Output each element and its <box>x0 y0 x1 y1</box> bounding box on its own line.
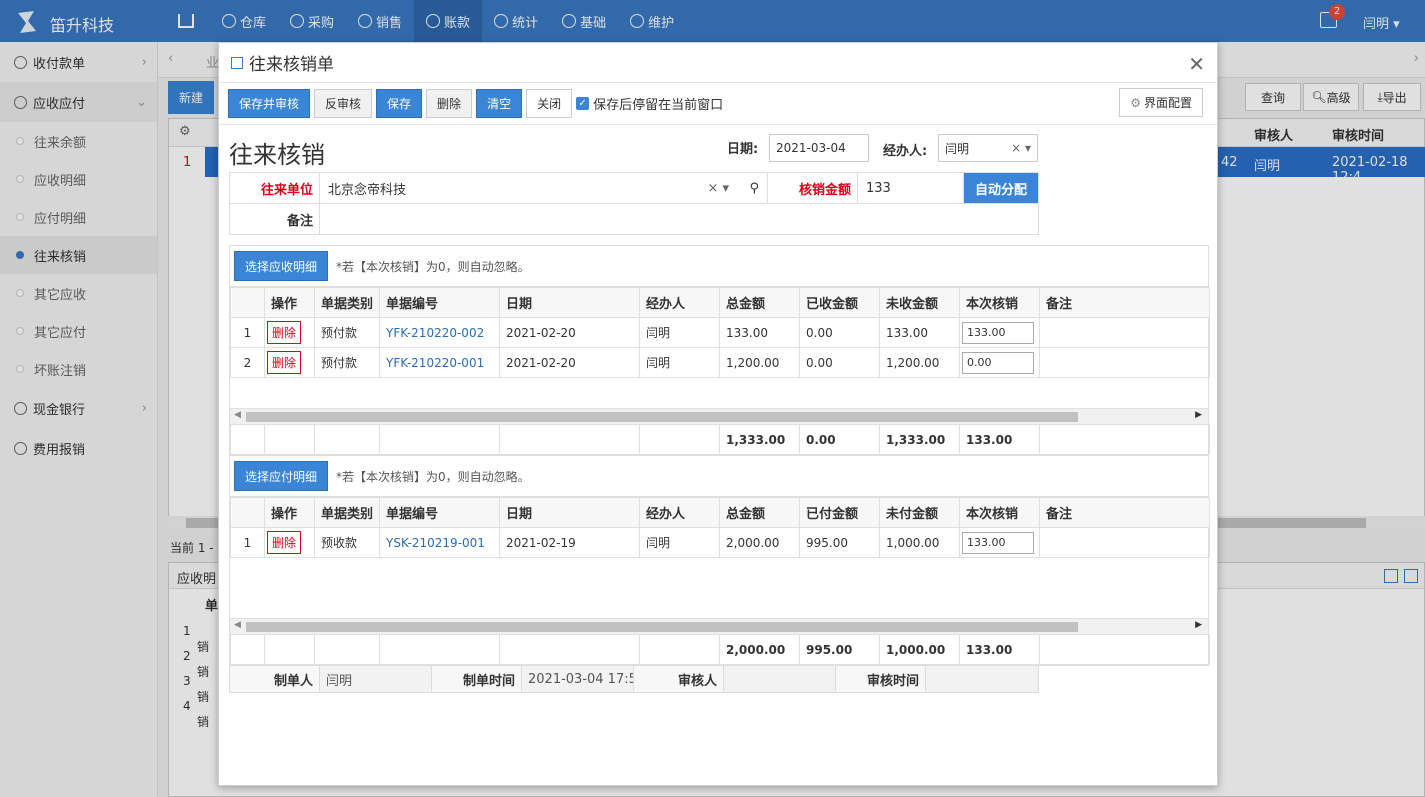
receivable-note: *若【本次核销】为0，则自动忽略。 <box>336 259 530 274</box>
maker-value: 闫明 <box>320 666 432 692</box>
maker-label: 制单人 <box>230 666 320 692</box>
payable-sum-row: 2,000.00 995.00 1,000.00 133.00 <box>230 634 1210 665</box>
date-input[interactable]: 2021-03-04 <box>769 134 869 162</box>
table-row[interactable]: 1 删除 预付款 YFK-210220-002 2021-02-20 闫明 13… <box>230 317 1210 348</box>
stay-checkbox[interactable]: ✓ 保存后停留在当前窗口 <box>576 94 723 113</box>
writeoff-input[interactable]: 133.00 <box>962 531 1034 554</box>
payable-table: 操作 单据类别 单据编号 日期 经办人 总金额 已付金额 未付金额 本次核销 备注 1 删除 预收… <box>230 497 1210 558</box>
ui-config-button[interactable]: ⚙ 界面配置 <box>1119 88 1203 117</box>
clear-button[interactable]: 清空 <box>476 89 523 118</box>
search-icon[interactable]: ⚲ <box>749 181 759 196</box>
save-audit-button[interactable]: 保存并审核 <box>228 89 311 118</box>
writeoff-input[interactable]: 0.00 <box>962 351 1034 374</box>
audit-time-value <box>926 666 1038 692</box>
doc-link[interactable]: YSK-210219-001 <box>379 527 500 558</box>
select-receivable-button[interactable]: 选择应收明细 <box>234 251 329 281</box>
checkmark-icon: ✓ <box>576 97 590 110</box>
payable-hscroll[interactable]: ◀ ▶ <box>230 618 1208 634</box>
make-time-label: 制单时间 <box>432 666 522 692</box>
auto-assign-button[interactable]: 自动分配 <box>964 173 1038 203</box>
partner-select[interactable]: 北京念帝科技 × ▾ ⚲ <box>320 173 768 203</box>
writeoff-input[interactable]: 133.00 <box>962 321 1034 344</box>
remark-input[interactable] <box>320 204 1038 234</box>
receivable-sum-row: 1,333.00 0.00 1,333.00 133.00 <box>230 424 1210 455</box>
payable-section: 选择应付明细 *若【本次核销】为0，则自动忽略。 操作 单据类别 单据编号 日期 经办人… <box>229 455 1210 666</box>
clear-chevron-icon[interactable]: × ▾ <box>707 181 729 196</box>
scroll-right-icon[interactable]: ▶ <box>1195 620 1202 630</box>
table-header-row: 操作 单据类别 单据编号 日期 经办人 总金额 已付金额 未付金额 本次核销 备注 <box>230 497 1210 528</box>
modal-toolbar: 保存并审核 反审核 保存 删除 清空 关闭 ✓ 保存后停留在当前窗口 <box>219 83 1217 125</box>
amount-input[interactable]: 133 <box>858 173 964 203</box>
unaudit-button[interactable]: 反审核 <box>314 89 373 118</box>
table-row[interactable]: 1 删除 预收款 YSK-210219-001 2021-02-19 闫明 2,… <box>230 527 1210 558</box>
receivable-section: 选择应收明细 *若【本次核销】为0，则自动忽略。 操作 单据类别 单据编号 日期 经办人… <box>229 245 1210 456</box>
delete-row-button[interactable]: 删除 <box>267 321 302 344</box>
scroll-right-icon[interactable]: ▶ <box>1195 410 1202 420</box>
close-icon[interactable]: ✕ <box>1188 52 1205 76</box>
modal-header: 往来核销单 <box>219 43 1217 83</box>
doc-link[interactable]: YFK-210220-002 <box>379 317 500 348</box>
receivable-table: 操作 单据类别 单据编号 日期 经办人 总金额 已收金额 未收金额 本次核销 备注 1 删除 预付… <box>230 287 1210 378</box>
remark-label: 备注 <box>230 204 320 234</box>
make-time-value: 2021-03-04 17:5 <box>522 666 634 692</box>
close-button[interactable]: 关闭 <box>526 89 573 118</box>
date-label: 日期: <box>727 142 759 157</box>
modal-title: 往来核销单 <box>249 55 334 75</box>
select-payable-button[interactable]: 选择应付明细 <box>234 461 329 491</box>
table-header-row: 操作 单据类别 单据编号 日期 经办人 总金额 已收金额 未收金额 本次核销 备注 <box>230 287 1210 318</box>
delete-row-button[interactable]: 删除 <box>267 351 302 374</box>
table-row[interactable]: 2 删除 预付款 YFK-210220-001 2021-02-20 闫明 1,… <box>230 347 1210 378</box>
auditor-value <box>724 666 836 692</box>
window-icon <box>231 56 243 69</box>
gear-icon: ⚙ <box>1130 95 1141 110</box>
writeoff-modal: 往来核销单 ✕ 保存并审核 反审核 保存 删除 清空 关闭 ✓ 保存后停留在当前窗… <box>218 42 1218 786</box>
clear-chevron-icon: × ▾ <box>1011 141 1031 155</box>
save-button[interactable]: 保存 <box>376 89 423 118</box>
form-title: 往来核销 <box>229 141 325 169</box>
delete-row-button[interactable]: 删除 <box>267 531 302 554</box>
delete-button[interactable]: 删除 <box>426 89 473 118</box>
scroll-left-icon[interactable]: ◀ <box>234 410 241 420</box>
remark-row: 备注 <box>229 203 1039 235</box>
handler-label: 经办人: <box>883 144 928 159</box>
partner-label: 往来单位 <box>230 173 320 203</box>
payable-note: *若【本次核销】为0，则自动忽略。 <box>336 469 530 484</box>
doc-link[interactable]: YFK-210220-001 <box>379 347 500 378</box>
handler-select[interactable]: 闫明 × ▾ <box>938 134 1038 162</box>
auditor-label: 审核人 <box>634 666 724 692</box>
amount-label: 核销金额 <box>768 173 858 203</box>
scroll-left-icon[interactable]: ◀ <box>234 620 241 630</box>
audit-time-label: 审核时间 <box>836 666 926 692</box>
partner-row: 往来单位 北京念帝科技 × ▾ ⚲ 核销金额 133 自动分配 <box>229 172 1039 204</box>
footer-info: 制单人 闫明 制单时间 2021-03-04 17:5 审核人 审核时间 <box>229 665 1039 693</box>
receivable-hscroll[interactable]: ◀ ▶ <box>230 408 1208 424</box>
